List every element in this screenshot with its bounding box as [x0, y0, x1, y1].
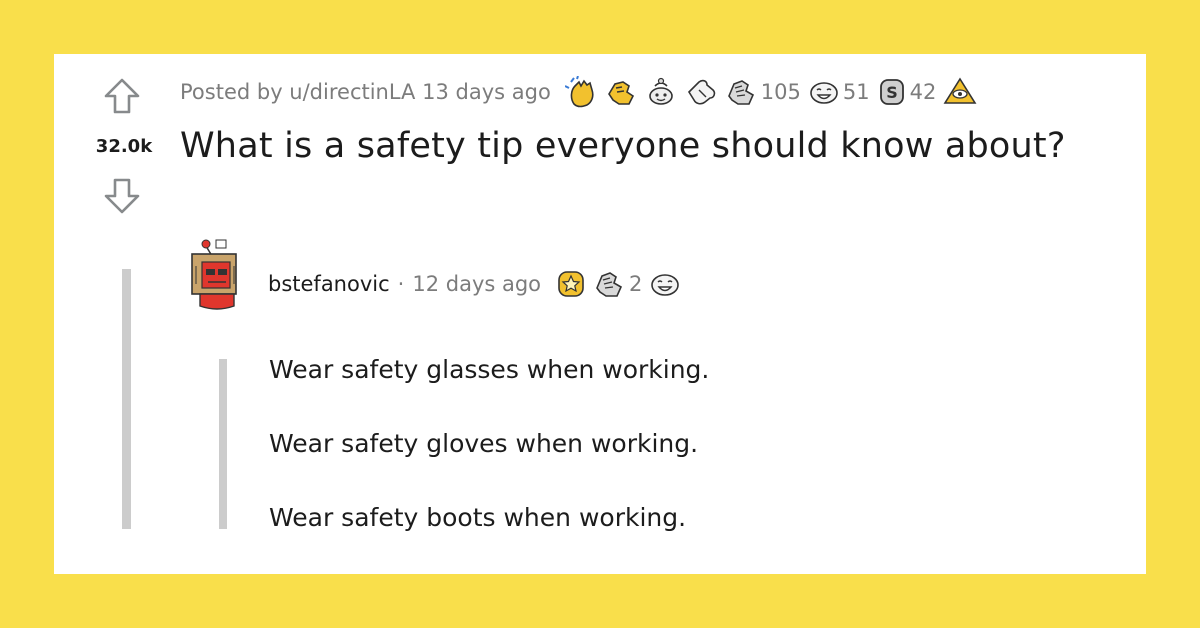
- award-count: 2: [629, 272, 643, 296]
- pyramid-eye-award-icon[interactable]: [942, 76, 978, 108]
- post-awards: 105 51 S 42: [564, 76, 985, 108]
- award-count: 42: [909, 80, 937, 104]
- comment-line: Wear safety glasses when working.: [269, 355, 710, 384]
- award-count: 51: [842, 80, 870, 104]
- gold-star-award-icon[interactable]: [555, 268, 587, 300]
- comment-body: Wear safety glasses when working. Wear s…: [269, 350, 969, 572]
- award-count: 105: [760, 80, 801, 104]
- comment-username[interactable]: bstefanovic: [268, 272, 390, 296]
- fist-bump-award-icon[interactable]: [605, 76, 639, 108]
- helpful-hands-award-icon[interactable]: 105: [725, 76, 801, 108]
- upvote-arrow-icon[interactable]: [102, 76, 142, 116]
- laughing-face-award-icon[interactable]: 51: [807, 76, 870, 108]
- post-time: 13 days ago: [422, 80, 551, 104]
- pointing-hand-award-icon[interactable]: [685, 76, 719, 108]
- downvote-arrow-icon[interactable]: [102, 176, 142, 216]
- comment-time: 12 days ago: [412, 272, 542, 296]
- thread-line[interactable]: [122, 269, 131, 529]
- user-avatar[interactable]: [186, 236, 248, 314]
- comment-meta: bstefanovic · 12 days ago 2: [268, 264, 688, 304]
- svg-text:S: S: [886, 83, 898, 102]
- post-title[interactable]: What is a safety tip everyone should kno…: [180, 126, 1066, 166]
- meta-separator: ·: [397, 272, 405, 296]
- wholesome-award-icon[interactable]: [645, 76, 679, 108]
- comment-awards: 2: [555, 268, 688, 300]
- post-card: 32.0k Posted by u/directinLA 13 days ago: [54, 54, 1146, 574]
- quote-bar: [219, 359, 227, 529]
- post-author[interactable]: Posted by u/directinLA: [180, 80, 415, 104]
- clapping-hands-award-icon[interactable]: [564, 76, 599, 108]
- laughing-face-award-icon[interactable]: [648, 268, 682, 300]
- vote-column: 32.0k: [54, 54, 180, 284]
- vote-score: 32.0k: [95, 136, 153, 157]
- helpful-hands-award-icon[interactable]: 2: [593, 268, 642, 300]
- post-meta: Posted by u/directinLA 13 days ago 105 5…: [180, 72, 984, 112]
- comment-line: Wear safety boots when working.: [269, 503, 687, 532]
- silver-award-icon[interactable]: S 42: [876, 76, 937, 108]
- comment-line: Wear safety gloves when working.: [269, 429, 699, 458]
